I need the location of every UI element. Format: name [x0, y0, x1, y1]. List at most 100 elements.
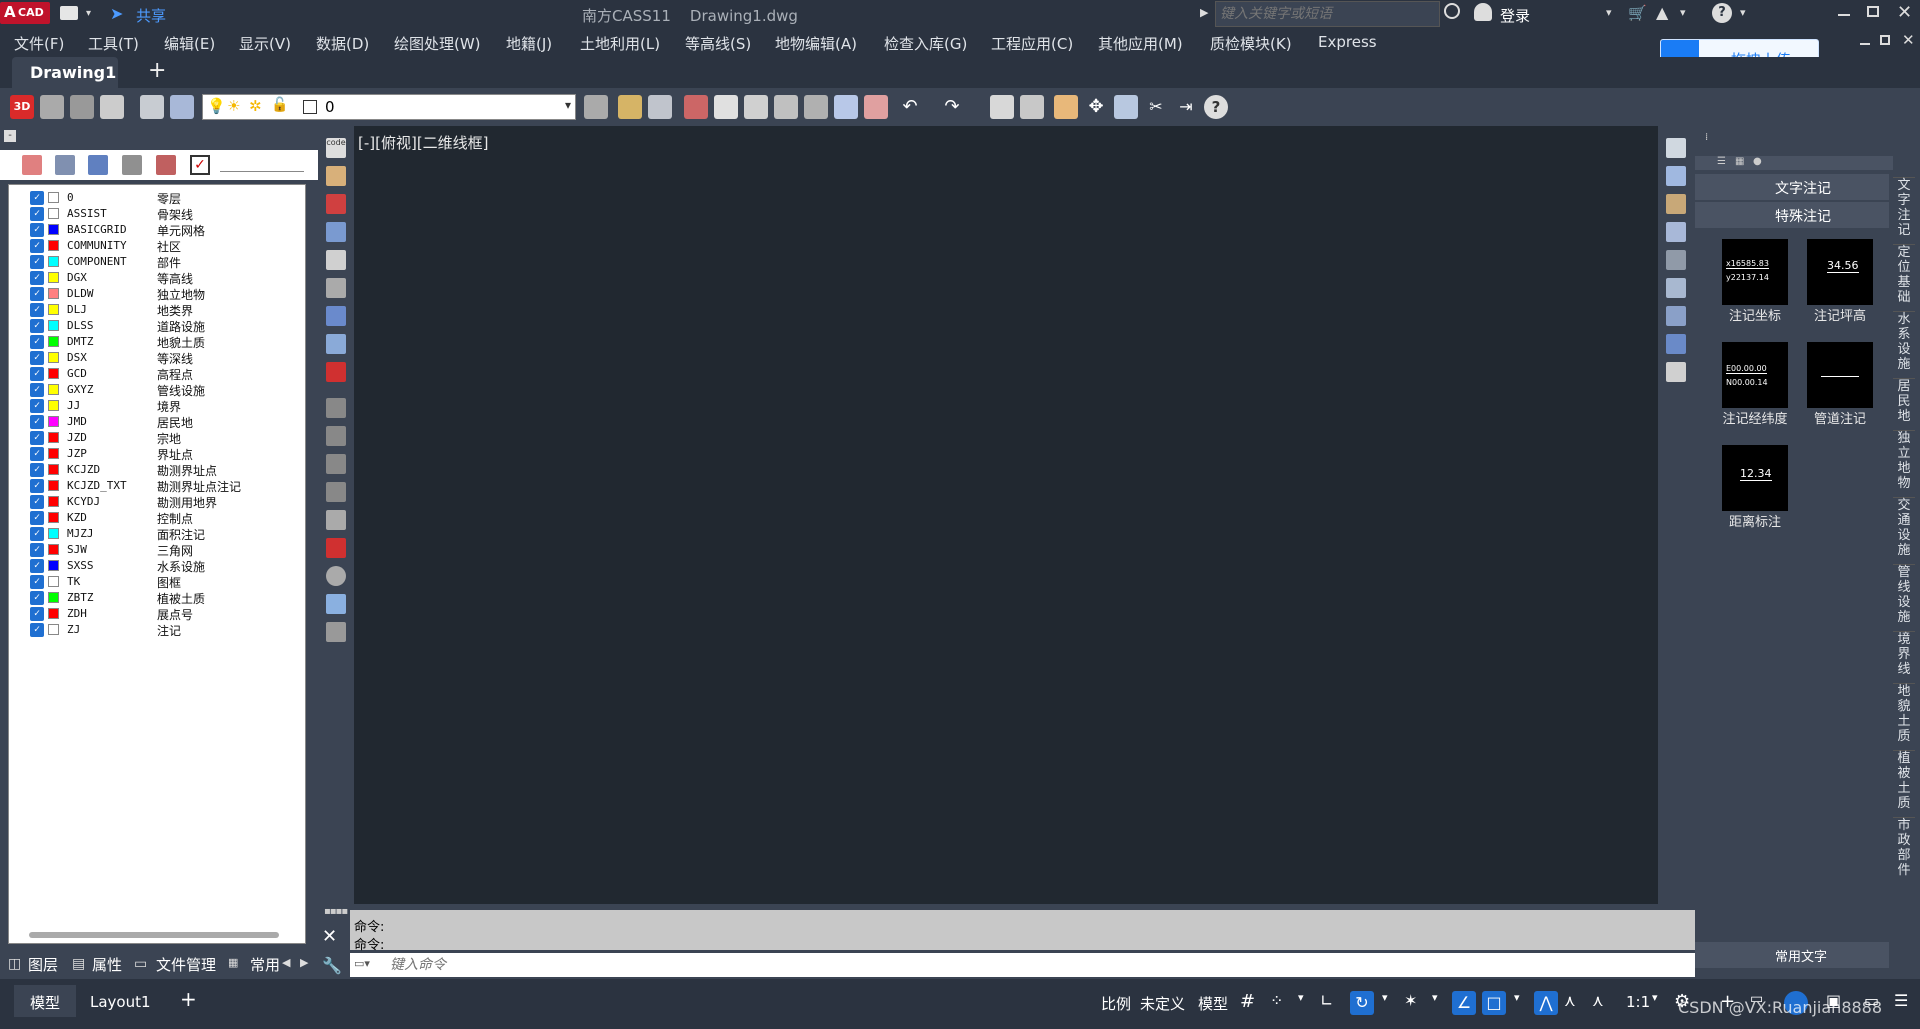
search-icon[interactable] — [1444, 3, 1460, 19]
distance-annotation-label[interactable]: 距离标注 — [1710, 511, 1800, 530]
extend-icon[interactable]: ⇥ — [1174, 95, 1198, 119]
layer-row[interactable]: ✓ COMMUNITY 社区 — [9, 238, 299, 254]
viewport-label[interactable]: [-][俯视][二维线框] — [358, 132, 489, 153]
layer-visibility-checkbox[interactable]: ✓ — [30, 495, 44, 509]
layer-search-field[interactable] — [220, 158, 304, 172]
layer-stack-icon[interactable] — [1666, 138, 1686, 158]
layer-row[interactable]: ✓ JJ 境界 — [9, 398, 299, 414]
add-layout-button[interactable]: + — [180, 987, 197, 1011]
layer-color-swatch[interactable] — [48, 592, 59, 603]
object-snap-tracking-icon[interactable]: ∠ — [1452, 991, 1476, 1015]
side-tab[interactable]: 交通设施 — [1893, 497, 1915, 563]
polar-tracking-icon[interactable]: ↻ — [1350, 991, 1374, 1015]
layer-color-swatch[interactable] — [48, 336, 59, 347]
layer-color-swatch[interactable] — [48, 352, 59, 363]
layer-color-swatch[interactable] — [48, 224, 59, 235]
layer-visibility-checkbox[interactable]: ✓ — [30, 543, 44, 557]
layer-visibility-checkbox[interactable]: ✓ — [30, 223, 44, 237]
ortho-icon[interactable]: ∟ — [1320, 991, 1344, 1015]
menu-engineering[interactable]: 工程应用(C) — [991, 33, 1073, 54]
layer-row[interactable]: ✓ DLJ 地类界 — [9, 302, 299, 318]
coordinate-annotation-thumb[interactable]: x16585.83 y22137.14 — [1722, 239, 1788, 305]
layer-delete-icon[interactable] — [156, 155, 176, 175]
add-tab-button[interactable]: + — [148, 58, 166, 83]
command-input-box[interactable]: ▭▾ — [350, 953, 1695, 977]
help-dropdown-icon[interactable]: ▾ — [1740, 6, 1746, 19]
side-tab[interactable]: 水系设施 — [1893, 311, 1915, 377]
layer-visibility-checkbox[interactable]: ✓ — [30, 335, 44, 349]
chevron-down-icon[interactable]: ▾ — [86, 8, 91, 19]
layer-color-swatch[interactable] — [48, 368, 59, 379]
section-text-annotation[interactable]: 文字注记 — [1695, 174, 1889, 200]
connect-icon[interactable]: ▲ — [1656, 3, 1668, 22]
layer-color-swatch[interactable] — [48, 512, 59, 523]
side-tab[interactable]: 定位基础 — [1893, 244, 1915, 310]
match-layer-icon[interactable] — [584, 95, 608, 119]
tab-drawing1[interactable]: Drawing1 — [12, 57, 118, 88]
point-icon[interactable] — [326, 222, 346, 242]
snap-mode-icon[interactable]: ⁘ — [1270, 991, 1294, 1015]
eraser-icon[interactable] — [1666, 362, 1686, 382]
region-icon[interactable] — [1666, 334, 1686, 354]
layer-visibility-checkbox[interactable]: ✓ — [30, 575, 44, 589]
new-layer-icon[interactable] — [22, 155, 42, 175]
cart-icon[interactable]: 🛒 — [1628, 4, 1647, 22]
layer-color-swatch[interactable] — [48, 464, 59, 475]
menu-file[interactable]: 文件(F) — [14, 33, 64, 54]
layer-visibility-checkbox[interactable]: ✓ — [30, 447, 44, 461]
layer-row[interactable]: ✓ ASSIST 骨架线 — [9, 206, 299, 222]
layer-row[interactable]: ✓ KCYDJ 勘测用地界 — [9, 494, 299, 510]
slope-icon[interactable] — [326, 594, 346, 614]
target-icon[interactable] — [326, 566, 346, 586]
open-icon[interactable] — [618, 95, 642, 119]
layer-visibility-checkbox[interactable]: ✓ — [30, 431, 44, 445]
annotation-visibility-icon[interactable]: ⋀ — [1534, 991, 1558, 1015]
curve-icon[interactable] — [1666, 250, 1686, 270]
dashes-icon[interactable] — [326, 454, 346, 474]
erase-icon[interactable] — [684, 95, 708, 119]
layer-color-swatch[interactable] — [48, 624, 59, 635]
render-icon[interactable] — [864, 95, 888, 119]
layer-row[interactable]: ✓ KCJZD_TXT 勘测界址点注记 — [9, 478, 299, 494]
layer-row[interactable]: ✓ MJZJ 面积注记 — [9, 526, 299, 542]
layer-row[interactable]: ✓ ZJ 注记 — [9, 622, 299, 638]
3d-icon[interactable]: 3D — [10, 95, 34, 119]
layer-visibility-checkbox[interactable]: ✓ — [30, 623, 44, 637]
trim-icon[interactable]: ✂ — [1144, 95, 1168, 119]
command-grip-icon[interactable]: ▪▪▪▪ — [324, 906, 348, 917]
layer-color-swatch[interactable] — [48, 400, 59, 411]
annotation-scale-ratio[interactable]: 1:1 — [1626, 993, 1650, 1011]
connect-dropdown-icon[interactable]: ▾ — [1680, 6, 1686, 19]
side-tab[interactable]: 境界线 — [1893, 631, 1915, 682]
design-center-icon[interactable] — [1020, 95, 1044, 119]
tab-layout1[interactable]: Layout1 — [90, 993, 151, 1011]
layer-visibility-checkbox[interactable]: ✓ — [30, 207, 44, 221]
xy-icon[interactable] — [326, 306, 346, 326]
menu-edit[interactable]: 编辑(E) — [164, 33, 215, 54]
layer-color-swatch[interactable] — [48, 608, 59, 619]
layer-row[interactable]: ✓ JZD 宗地 — [9, 430, 299, 446]
layer-visibility-checkbox[interactable]: ✓ — [30, 415, 44, 429]
doc-close-icon[interactable]: ✕ — [1902, 31, 1915, 49]
layer-manager-icon[interactable] — [140, 95, 164, 119]
isodraft-icon[interactable]: ✶ — [1404, 991, 1428, 1015]
code-icon[interactable]: code — [326, 138, 346, 158]
layer-row[interactable]: ✓ DLSS 道路设施 — [9, 318, 299, 334]
camera-icon[interactable] — [326, 250, 346, 270]
grid-tool-icon[interactable] — [70, 95, 94, 119]
layer-row[interactable]: ✓ COMPONENT 部件 — [9, 254, 299, 270]
coordinate-annotation-label[interactable]: 注记坐标 — [1710, 305, 1800, 324]
share-icon[interactable]: ➤ — [110, 4, 123, 23]
move-icon[interactable]: ✥ — [1084, 95, 1108, 119]
layer-row[interactable]: ✓ BASICGRID 单元网格 — [9, 222, 299, 238]
polar-dropdown-icon[interactable]: ▾ — [1382, 991, 1406, 1015]
layer-visibility-checkbox[interactable]: ✓ — [30, 255, 44, 269]
login-link[interactable]: 登录 — [1500, 5, 1530, 26]
layer-visibility-checkbox[interactable]: ✓ — [30, 383, 44, 397]
section-special-annotation[interactable]: 特殊注记 — [1695, 202, 1889, 228]
zoom-previous-icon[interactable] — [834, 95, 858, 119]
list-view-icon[interactable]: ☰ — [1717, 156, 1726, 167]
status-menu-icon[interactable]: ☰ — [1894, 991, 1918, 1015]
restore-icon[interactable] — [1867, 6, 1879, 17]
layer-color-swatch[interactable] — [48, 208, 59, 219]
